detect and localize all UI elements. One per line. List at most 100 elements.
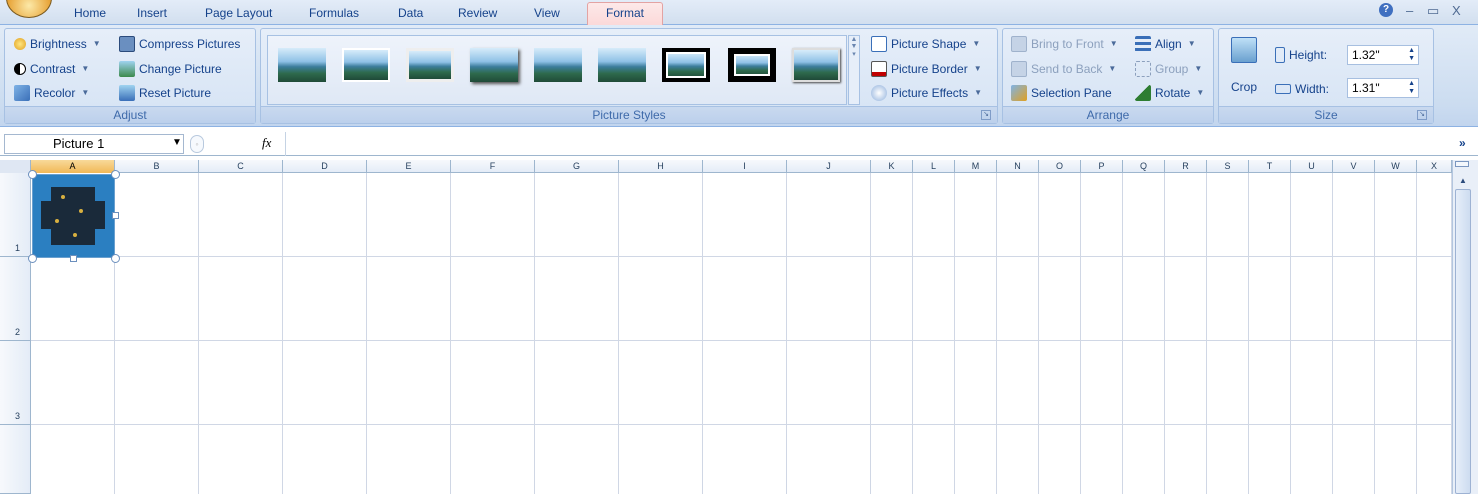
close-icon[interactable]: X [1452, 3, 1461, 18]
change-picture-button[interactable]: Change Picture [119, 58, 222, 80]
row-header-3[interactable]: 3 [0, 341, 31, 425]
send-to-back-button[interactable]: Send to Back ▼ [1011, 58, 1116, 80]
column-header-x[interactable]: X [1417, 160, 1452, 173]
column-header-o[interactable]: O [1039, 160, 1081, 173]
picture-border-button[interactable]: Picture Border ▼ [871, 58, 982, 80]
split-box[interactable] [1455, 161, 1469, 167]
row-header-4[interactable] [0, 425, 31, 494]
column-header-a[interactable]: A [31, 160, 115, 173]
column-header-j[interactable]: J [787, 160, 871, 173]
name-box-dropdown-icon[interactable]: ▼ [172, 137, 182, 148]
column-header-b[interactable]: B [115, 160, 199, 173]
picture-styles-gallery [267, 35, 847, 105]
tab-formulas[interactable]: Formulas [309, 6, 359, 20]
column-header-m[interactable]: M [955, 160, 997, 173]
resize-handle-top-left[interactable] [28, 170, 37, 179]
picture-style-2[interactable] [342, 48, 390, 82]
column-header-k[interactable]: K [871, 160, 913, 173]
vertical-scrollbar[interactable]: ▲ [1452, 160, 1478, 494]
picture-style-5[interactable] [534, 48, 582, 82]
column-header-h[interactable]: H [619, 160, 703, 173]
height-spinner[interactable]: ▲ ▼ [1408, 47, 1415, 63]
tab-insert[interactable]: Insert [137, 6, 167, 20]
scroll-thumb[interactable] [1455, 189, 1471, 494]
recolor-button[interactable]: Recolor ▼ [14, 82, 89, 104]
resize-handle-bottom-left[interactable] [28, 254, 37, 263]
tab-format[interactable]: Format [587, 2, 664, 26]
bring-to-front-button[interactable]: Bring to Front ▼ [1011, 33, 1118, 55]
tab-review[interactable]: Review [458, 6, 497, 20]
column-header-t[interactable]: T [1249, 160, 1291, 173]
picture-style-1[interactable] [278, 48, 326, 82]
picture-styles-group: ▲ ▼ ▾ Picture Shape ▼ Picture Border ▼ Pictu… [260, 28, 998, 124]
column-header-c[interactable]: C [199, 160, 283, 173]
column-header-d[interactable]: D [283, 160, 367, 173]
size-launcher[interactable]: ↘ [1417, 110, 1427, 120]
group-button[interactable]: Group ▼ [1135, 58, 1202, 80]
brightness-button[interactable]: Brightness ▼ [14, 33, 101, 55]
restore-icon[interactable]: ▭ [1427, 3, 1439, 19]
picture-1[interactable] [32, 174, 115, 258]
insert-function-icon[interactable]: fx [262, 135, 271, 151]
gallery-scroll[interactable]: ▲ ▼ ▾ [848, 35, 860, 105]
column-header-f[interactable]: F [451, 160, 535, 173]
picture-shape-button[interactable]: Picture Shape ▼ [871, 33, 980, 55]
tab-home[interactable]: Home [74, 6, 106, 20]
picture-style-4[interactable] [470, 48, 518, 82]
picture-styles-launcher[interactable]: ↘ [981, 110, 991, 120]
column-header-w[interactable]: W [1375, 160, 1417, 173]
width-spinner[interactable]: ▲ ▼ [1408, 80, 1415, 96]
formula-input[interactable] [285, 132, 1455, 156]
column-header-i[interactable]: I [703, 160, 787, 173]
height-icon [1275, 47, 1285, 63]
picture-style-6[interactable] [598, 48, 646, 82]
column-header-v[interactable]: V [1333, 160, 1375, 173]
height-input[interactable]: 1.32" ▲ ▼ [1347, 45, 1419, 65]
column-header-s[interactable]: S [1207, 160, 1249, 173]
compress-pictures-button[interactable]: Compress Pictures [119, 33, 240, 55]
tab-page-layout[interactable]: Page Layout [205, 6, 272, 20]
resize-handle-right[interactable] [112, 212, 119, 219]
picture-detail [61, 195, 65, 199]
resize-handle-bottom-right[interactable] [111, 254, 120, 263]
selection-pane-button[interactable]: Selection Pane [1011, 82, 1112, 104]
formula-bar-splitter[interactable]: ◦ [190, 135, 204, 153]
minimize-icon[interactable]: – [1406, 3, 1413, 18]
picture-style-8[interactable] [728, 48, 776, 82]
column-header-n[interactable]: N [997, 160, 1039, 173]
column-header-l[interactable]: L [913, 160, 955, 173]
tab-data[interactable]: Data [398, 6, 423, 20]
column-header-q[interactable]: Q [1123, 160, 1165, 173]
expand-formula-bar-icon[interactable]: » [1459, 136, 1466, 150]
column-header-r[interactable]: R [1165, 160, 1207, 173]
contrast-button[interactable]: Contrast ▼ [14, 58, 89, 80]
resize-handle-top-right[interactable] [111, 170, 120, 179]
office-button[interactable] [6, 0, 52, 18]
picture-style-3[interactable] [406, 48, 454, 82]
picture-style-7[interactable] [662, 48, 710, 82]
name-box[interactable]: Picture 1 [4, 134, 184, 154]
row-header-1[interactable]: 1 [0, 173, 31, 257]
column-header-p[interactable]: P [1081, 160, 1123, 173]
tab-view[interactable]: View [534, 6, 560, 20]
picture-style-9[interactable] [792, 48, 840, 82]
width-input[interactable]: 1.31" ▲ ▼ [1347, 78, 1419, 98]
reset-picture-button[interactable]: Reset Picture [119, 82, 211, 104]
scroll-up-icon[interactable]: ▲ [1455, 174, 1471, 188]
align-button[interactable]: Align ▼ [1135, 33, 1196, 55]
column-header-g[interactable]: G [535, 160, 619, 173]
row-header-2[interactable]: 2 [0, 257, 31, 341]
column-header-u[interactable]: U [1291, 160, 1333, 173]
adjust-group-label: Adjust [5, 106, 255, 123]
grid-column-line [912, 173, 913, 494]
width-control: Width: [1275, 78, 1329, 100]
help-icon[interactable]: ? [1379, 3, 1393, 17]
picture-shape-icon [871, 36, 887, 52]
resize-handle-bottom[interactable] [70, 255, 77, 262]
size-group: Crop Height: 1.32" ▲ ▼ Width: 1.31" ▲ ▼ Si… [1218, 28, 1434, 124]
picture-effects-button[interactable]: Picture Effects ▼ [871, 82, 982, 104]
select-all-corner[interactable] [0, 160, 31, 173]
rotate-button[interactable]: Rotate ▼ [1135, 82, 1204, 104]
crop-button[interactable]: Crop [1227, 33, 1261, 103]
column-header-e[interactable]: E [367, 160, 451, 173]
